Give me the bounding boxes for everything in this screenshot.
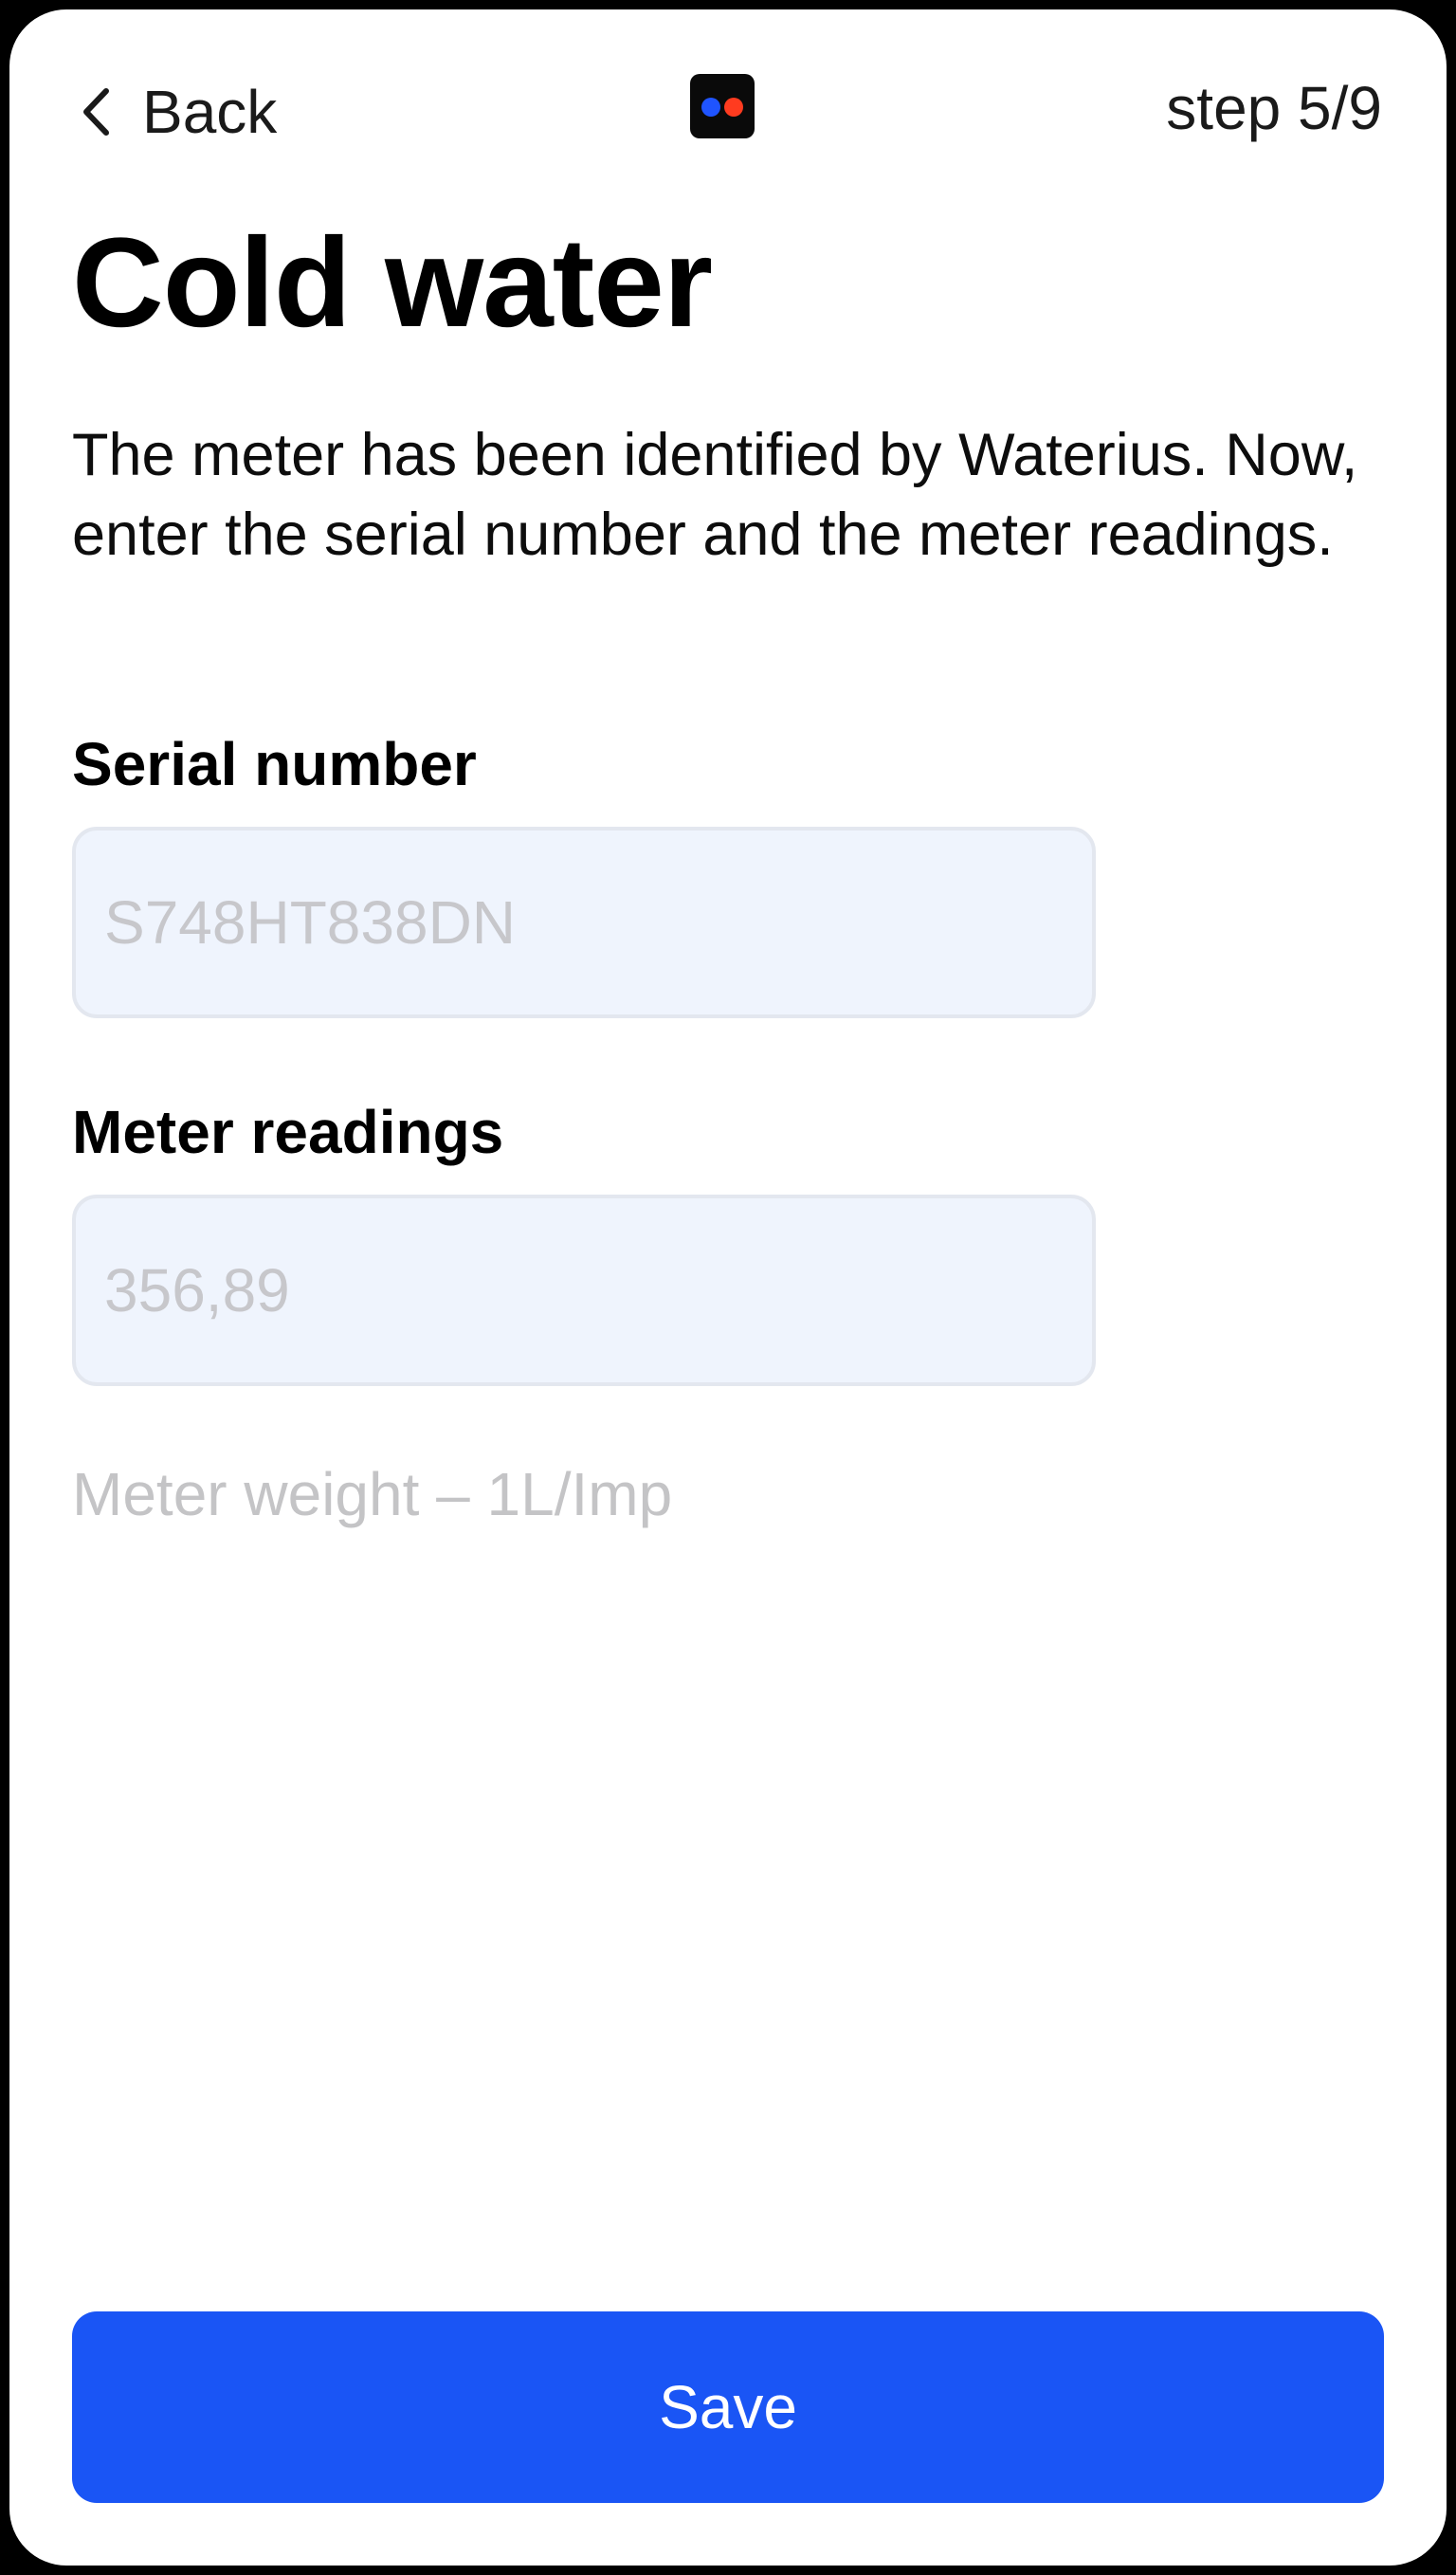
logo-blue-dot <box>701 98 720 117</box>
meter-weight-hint: Meter weight – 1L/Imp <box>72 1460 673 1528</box>
page-description: The meter has been identified by Wateriu… <box>72 422 1358 568</box>
serial-number-input[interactable] <box>72 827 1096 1018</box>
back-button[interactable]: Back <box>82 74 277 150</box>
page-title: Cold water <box>72 212 713 354</box>
meter-readings-input[interactable] <box>72 1195 1096 1386</box>
back-label: Back <box>142 78 278 146</box>
logo-red-dot <box>724 98 743 117</box>
chevron-left-icon <box>82 83 123 140</box>
meter-readings-label: Meter readings <box>72 1098 504 1166</box>
serial-number-label: Serial number <box>72 730 477 798</box>
app-screen: Back step 5/9 Cold water The meter has b… <box>9 9 1447 2566</box>
step-indicator: step 5/9 <box>1166 74 1382 142</box>
waterius-logo-icon <box>690 74 755 138</box>
save-button[interactable]: Save <box>72 2311 1384 2503</box>
top-navigation-bar: Back step 5/9 <box>9 9 1447 199</box>
